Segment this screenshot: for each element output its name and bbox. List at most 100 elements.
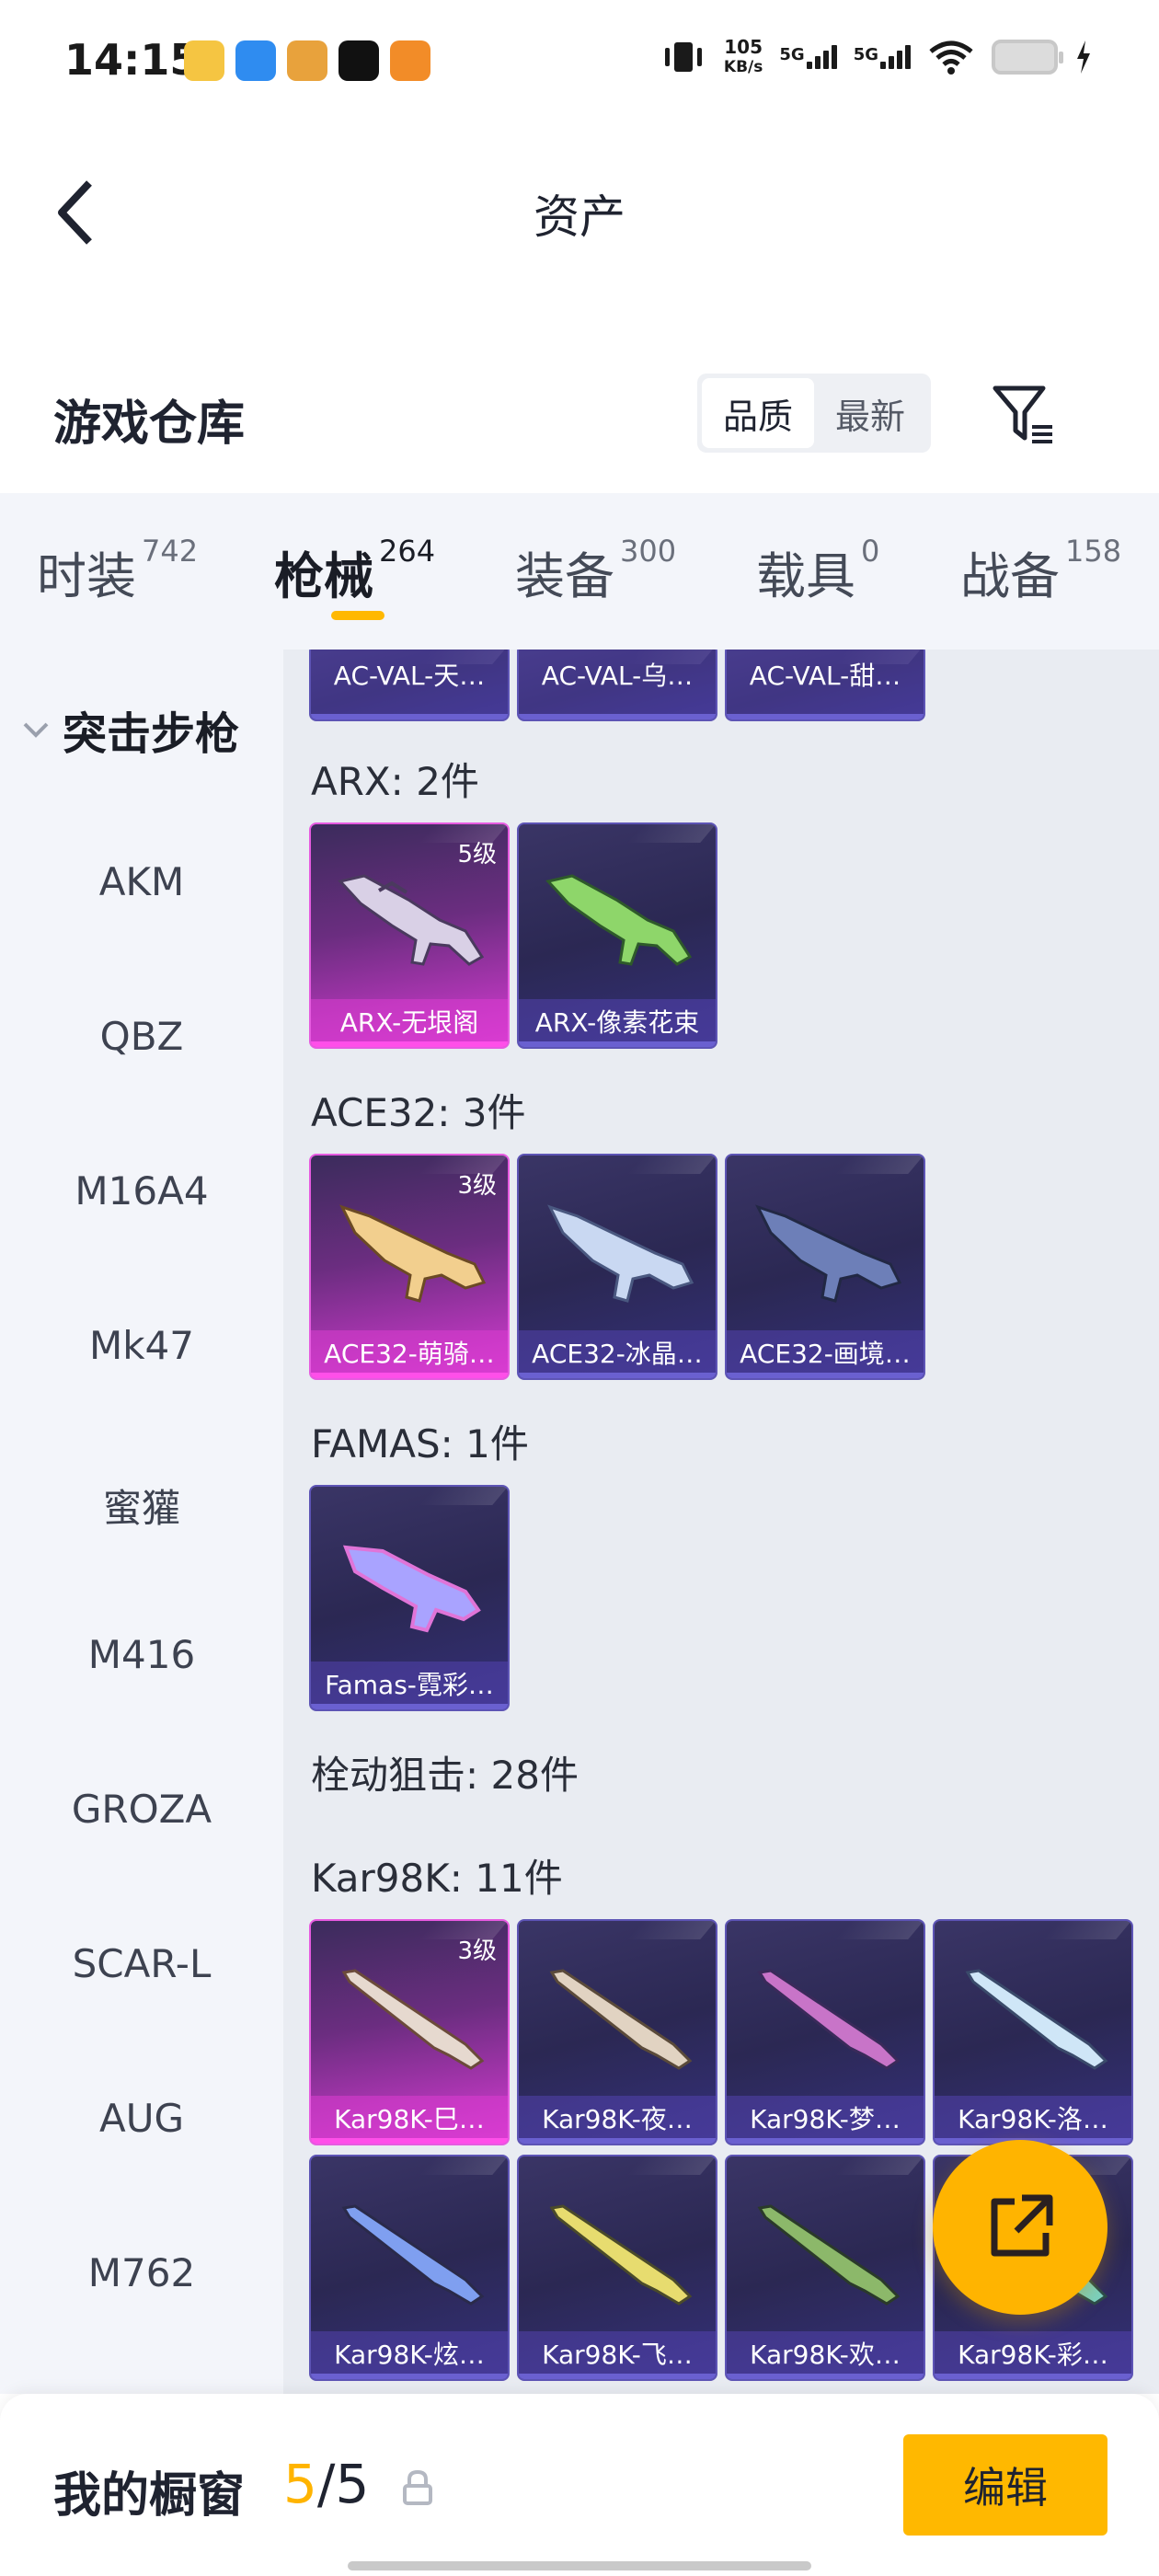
tab-equipment[interactable]: 装备 300 — [515, 534, 677, 608]
weapon-card-name: Kar98K-炫… — [311, 2331, 508, 2379]
weapon-card-name: AC-VAL-甜… — [727, 650, 924, 719]
weapon-card-name: ARX-像素花束 — [519, 999, 716, 1047]
weapon-card[interactable]: ACE32-冰晶… — [517, 1154, 717, 1380]
tab-count: 300 — [620, 534, 677, 569]
weapon-card-name: Kar98K-梦… — [727, 2096, 924, 2144]
card-rarity-bar — [311, 714, 508, 719]
card-rarity-bar — [935, 2374, 1131, 2379]
weapon-card[interactable]: AC-VAL-甜… — [725, 650, 925, 721]
weapon-card-name: Famas-霓彩… — [311, 1662, 508, 1709]
card-rarity-bar — [727, 1373, 924, 1378]
sort-quality-button[interactable]: 品质 — [702, 378, 814, 448]
weapon-card-name: AC-VAL-天… — [311, 650, 508, 719]
share-external-icon — [991, 2194, 1053, 2257]
weapon-card[interactable]: Kar98K-梦… — [725, 1919, 925, 2145]
sidebar-item-scar-l[interactable]: SCAR-L — [0, 1941, 283, 1986]
card-rarity-bar — [727, 2138, 924, 2144]
card-rarity-bar — [519, 1041, 716, 1047]
tab-label: 枪械 — [274, 547, 373, 605]
tab-supplies[interactable]: 战备 158 — [960, 534, 1121, 608]
weapon-card[interactable]: Kar98K-飞… — [517, 2155, 717, 2381]
tab-label: 装备 — [515, 547, 614, 605]
status-time: 14:15 — [64, 35, 200, 85]
sidebar-item-qbz[interactable]: QBZ — [0, 1014, 283, 1059]
card-rarity-bar — [311, 1041, 508, 1047]
filter-button[interactable] — [986, 377, 1061, 453]
network-speed-value: 105 — [724, 36, 763, 58]
signal-5g-2: 5G — [854, 45, 911, 69]
sidebar-item-m762[interactable]: M762 — [0, 2250, 283, 2295]
card-rarity-bar — [727, 714, 924, 719]
group-label-kar98k: Kar98K: 11件 — [311, 1856, 563, 1901]
weapon-card-name: Kar98K-飞… — [519, 2331, 716, 2379]
weapon-card-name: Kar98K-彩… — [935, 2331, 1131, 2379]
weapon-card[interactable]: ACE32-画境… — [725, 1154, 925, 1380]
showcase-bar: 我的橱窗 5/5 编辑 — [0, 2394, 1159, 2576]
group-label-arx: ARX: 2件 — [311, 759, 479, 804]
weapon-card[interactable]: 3级 Kar98K-巳… — [309, 1919, 510, 2145]
weapon-card[interactable]: Famas-霓彩… — [309, 1485, 510, 1711]
page-title: 资产 — [534, 190, 625, 244]
tab-label: 战备 — [960, 547, 1060, 605]
sidebar-item-m416[interactable]: M416 — [0, 1632, 283, 1677]
weapon-grid: AC-VAL-天… AC-VAL-乌… AC-VAL-甜… ARX: 2件 5级… — [283, 650, 1159, 2394]
card-rarity-bar — [519, 2138, 716, 2144]
chevron-down-icon — [23, 722, 49, 738]
home-indicator[interactable] — [348, 2561, 811, 2570]
card-rarity-bar — [311, 1704, 508, 1709]
sidebar-item-aug[interactable]: AUG — [0, 2096, 283, 2141]
sidebar-item-groza[interactable]: GROZA — [0, 1787, 283, 1832]
showcase-total: /5 — [316, 2453, 370, 2515]
card-rarity-bar — [311, 2374, 508, 2379]
weapon-card-name: ARX-无垠阁 — [311, 999, 508, 1047]
weapon-card[interactable]: 3级 ACE32-萌骑… — [309, 1154, 510, 1380]
weapon-level-badge: 3级 — [457, 1938, 497, 1965]
weapon-card-name: Kar98K-夜… — [519, 2096, 716, 2144]
weapon-card[interactable]: AC-VAL-乌… — [517, 650, 717, 721]
weapon-card[interactable]: Kar98K-欢… — [725, 2155, 925, 2381]
weapon-card[interactable]: Kar98K-夜… — [517, 1919, 717, 2145]
tab-vehicles[interactable]: 载具 0 — [756, 534, 880, 608]
sidebar-item-m16a4[interactable]: M16A4 — [0, 1168, 283, 1213]
tab-label: 时装 — [37, 547, 136, 605]
network-speed-unit: KB/s — [723, 58, 763, 76]
weapon-card-name: ACE32-画境… — [727, 1330, 924, 1378]
sniper-skin-image — [341, 2204, 485, 2306]
weapon-card-name: Kar98K-洛… — [935, 2096, 1131, 2144]
edit-button[interactable]: 编辑 — [903, 2434, 1107, 2536]
weapon-level-badge: 3级 — [457, 1172, 497, 1200]
card-rarity-bar — [519, 2374, 716, 2379]
weapon-card[interactable]: 5级 ARX-无垠阁 — [309, 822, 510, 1049]
rifle-skin-image — [342, 1545, 481, 1633]
weapon-card[interactable]: AC-VAL-天… — [309, 650, 510, 721]
tab-label: 载具 — [756, 547, 855, 605]
weapon-level-badge: 5级 — [457, 841, 497, 868]
sidebar-item-mk47[interactable]: Mk47 — [0, 1323, 283, 1368]
weapon-card[interactable]: Kar98K-炫… — [309, 2155, 510, 2381]
category-tabs: 时装 742 枪械 264 装备 300 载具 0 战备 158 — [0, 493, 1159, 650]
weapon-card[interactable]: Kar98K-洛… — [933, 1919, 1133, 2145]
tab-fashion[interactable]: 时装 742 — [37, 534, 198, 608]
weapon-card-name: Kar98K-巳… — [311, 2096, 508, 2144]
signal-bars-icon — [880, 45, 911, 69]
group-label-ace32: ACE32: 3件 — [311, 1090, 526, 1135]
sidebar-item-akm[interactable]: AKM — [0, 859, 283, 904]
group-label-bolt-sniper: 栓动狙击: 28件 — [311, 1753, 579, 1798]
sidebar-item-honey-badger[interactable]: 蜜獾 — [0, 1478, 283, 1534]
weapon-card-name: AC-VAL-乌… — [519, 650, 716, 719]
sniper-skin-image — [549, 2204, 693, 2306]
weapon-type-sidebar: 突击步枪 AKM QBZ M16A4 Mk47 蜜獾 M416 GROZA SC… — [0, 650, 283, 2394]
share-button[interactable] — [933, 2140, 1107, 2315]
sort-latest-button[interactable]: 最新 — [814, 378, 926, 448]
app-notification-icon — [184, 40, 224, 81]
signal-bars-icon — [806, 45, 837, 69]
charging-icon — [1077, 40, 1090, 74]
wifi-icon — [929, 40, 973, 75]
weapon-card[interactable]: ARX-像素花束 — [517, 822, 717, 1049]
tab-firearms[interactable]: 枪械 264 — [274, 534, 435, 608]
notification-icons — [184, 40, 430, 81]
showcase-label: 我的橱窗 — [53, 2468, 246, 2524]
filter-icon — [993, 385, 1052, 443]
sidebar-group-assault-rifles[interactable]: 突击步枪 — [22, 697, 239, 762]
tab-count: 0 — [861, 534, 880, 569]
